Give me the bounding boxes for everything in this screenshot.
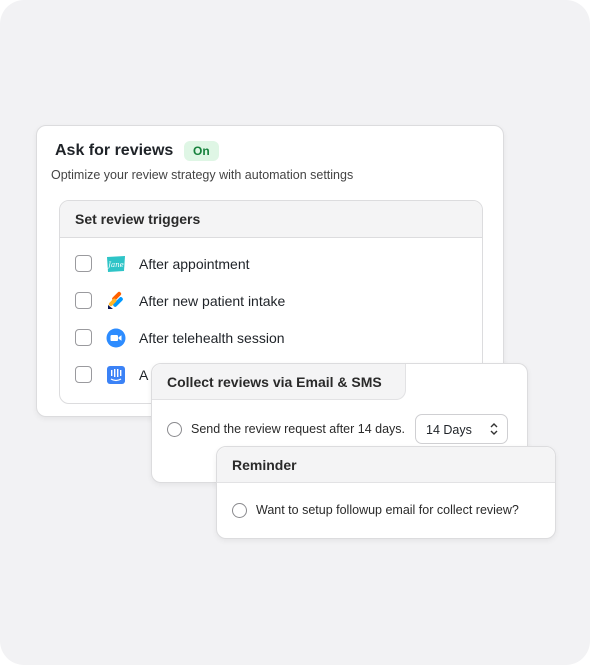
card-title: Ask for reviews [55,142,174,159]
trigger-row-telehealth[interactable]: After telehealth session [75,327,475,349]
trigger-label: A [139,367,149,383]
status-badge: On [184,141,219,161]
reminder-card: Reminder Want to setup followup email fo… [216,446,556,539]
jane-app-icon: Jane [106,256,125,272]
trigger-checkbox[interactable] [75,366,92,383]
trigger-row-intake[interactable]: After new patient intake [75,290,475,312]
send-request-label: Send the review request after 14 days. [191,422,406,436]
card-subtitle: Optimize your review strategy with autom… [51,168,354,182]
trigger-label: After new patient intake [139,293,286,309]
collect-reviews-title: Collect reviews via Email & SMS [167,374,382,390]
reminder-title: Reminder [232,457,297,473]
followup-email-label: Want to setup followup email for collect… [256,503,519,517]
zoom-icon [106,328,126,348]
chevron-up-down-icon [490,423,498,435]
trigger-checkbox[interactable] [75,255,92,272]
trigger-label: After telehealth session [139,330,285,346]
days-select[interactable]: 14 Days [415,414,508,444]
send-request-radio[interactable] [167,422,182,437]
trigger-checkbox[interactable] [75,329,92,346]
followup-email-radio[interactable] [232,503,247,518]
triggers-title: Set review triggers [75,211,201,227]
trigger-row-appointment[interactable]: Jane After appointment [75,253,475,275]
trigger-checkbox[interactable] [75,292,92,309]
jotform-icon [108,291,123,309]
days-select-value: 14 Days [426,423,472,437]
intercom-icon [107,366,125,384]
svg-text:Jane: Jane [106,261,124,269]
trigger-label: After appointment [139,256,250,272]
